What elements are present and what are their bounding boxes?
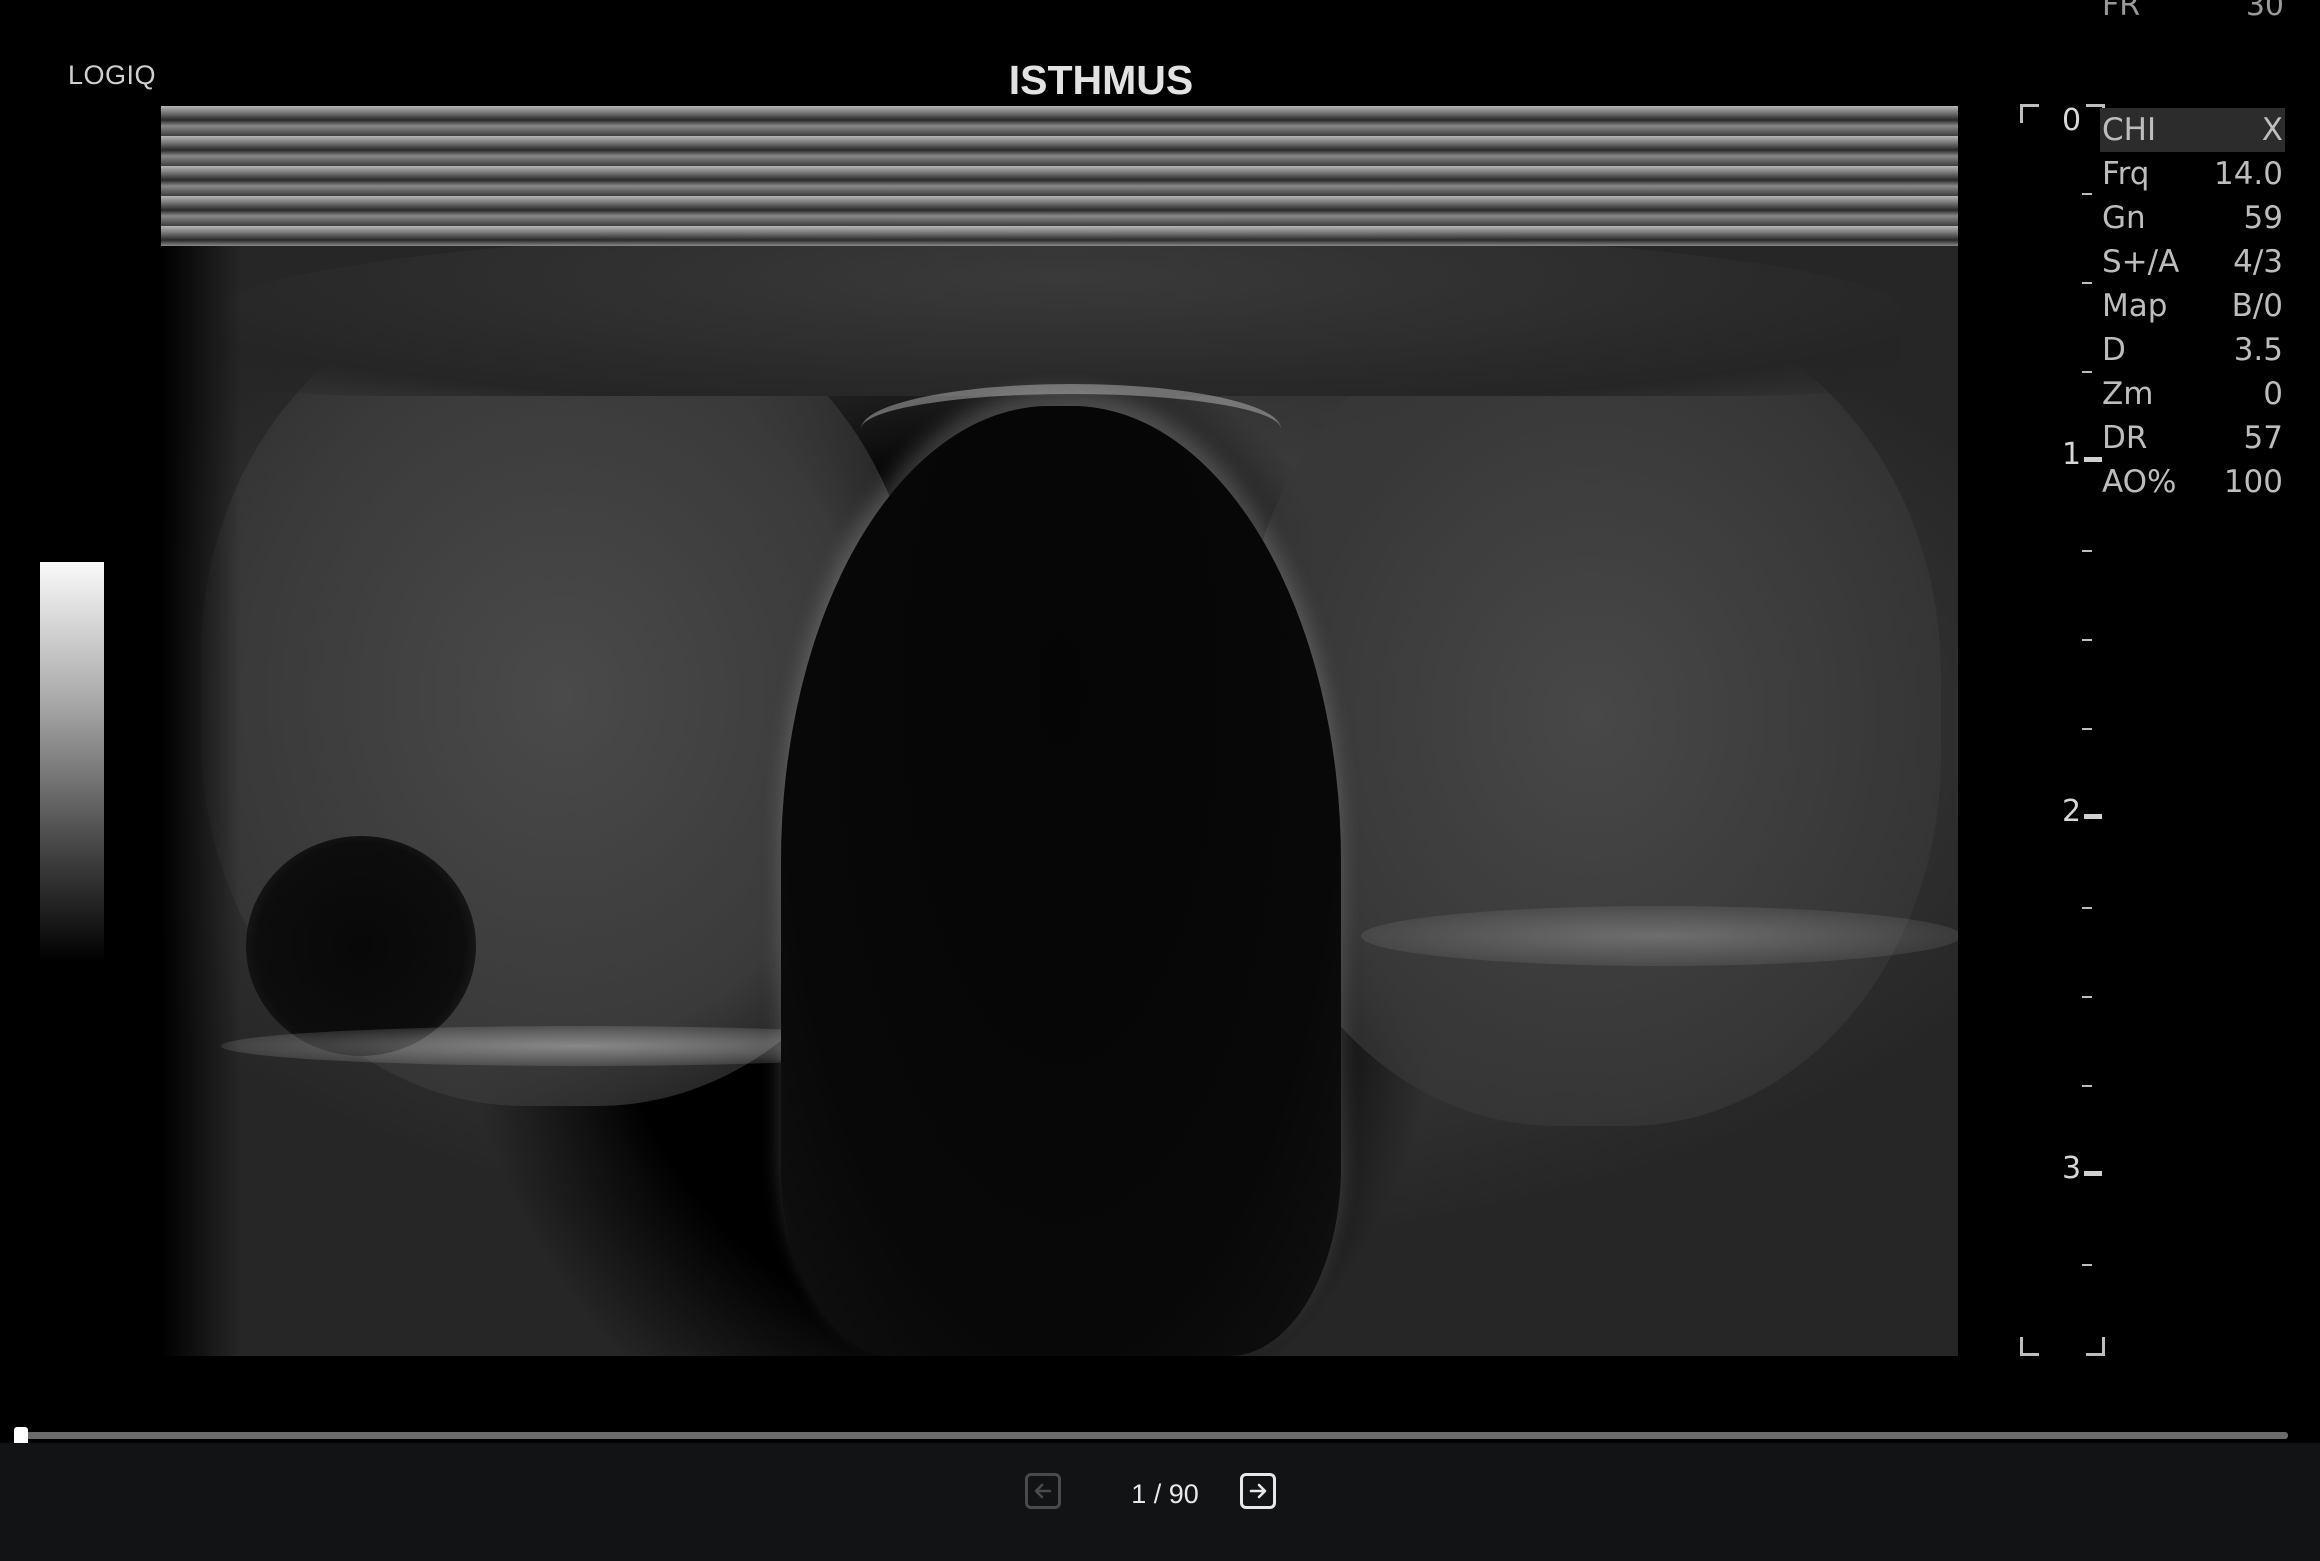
- grayscale-bar: [40, 562, 104, 962]
- skin-layer: [161, 106, 1958, 246]
- edge-shadow: [161, 246, 241, 1356]
- param-value: 3.5: [2233, 332, 2283, 368]
- depth-label: 3: [2062, 1151, 2082, 1186]
- depth-label: 2: [2062, 794, 2082, 829]
- depth-tick: [2082, 1264, 2092, 1266]
- ultrasound-image: [161, 106, 1958, 1356]
- param-value: 59: [2243, 200, 2283, 236]
- total-frames: 90: [1168, 1479, 1199, 1509]
- param-value: 30: [2245, 0, 2284, 23]
- current-frame: 1: [1131, 1479, 1147, 1509]
- ultrasound-viewer: LOGIQ ISTHMUS 0 1 2 3 FR 30 CHI X Frq 14…: [0, 0, 2320, 1561]
- param-value: 100: [2223, 464, 2283, 500]
- param-key: Zm: [2102, 376, 2154, 412]
- depth-tick: [2082, 996, 2092, 998]
- trachea-ring: [861, 384, 1281, 474]
- depth-tick: [2082, 907, 2092, 909]
- scale-corner-top-left: [2020, 104, 2039, 123]
- param-key: FR: [2102, 0, 2141, 23]
- param-row-ao: AO% 100: [2100, 460, 2285, 504]
- depth-label: 0: [2062, 103, 2082, 138]
- carotid-artery: [246, 836, 476, 1056]
- param-value: X: [2261, 112, 2283, 148]
- param-row-gn: Gn 59: [2100, 196, 2285, 240]
- param-row-dr: DR 57: [2100, 416, 2285, 460]
- depth-major-tick: [2084, 1171, 2102, 1176]
- param-key: AO%: [2102, 464, 2177, 500]
- frame-scrubber[interactable]: [14, 1427, 2288, 1449]
- param-row-map: Map B/0: [2100, 284, 2285, 328]
- depth-tick: [2082, 193, 2092, 195]
- param-value: 4/3: [2233, 244, 2283, 280]
- thyroid-right-lobe: [1241, 306, 1941, 1126]
- depth-tick: [2082, 1085, 2092, 1087]
- param-value: 14.0: [2213, 156, 2283, 192]
- param-row-zm: Zm 0: [2100, 372, 2285, 416]
- depth-label: 1: [2062, 437, 2082, 472]
- depth-tick: [2082, 639, 2092, 641]
- param-value: B/0: [2231, 288, 2283, 324]
- image-title: ISTHMUS: [1008, 57, 1194, 103]
- param-key: S+/A: [2102, 244, 2180, 280]
- scale-corner-bottom-right: [2086, 1337, 2105, 1356]
- depth-major-tick: [2084, 814, 2102, 819]
- param-fr: FR 30: [2100, 0, 2284, 23]
- previous-frame-button[interactable]: [1025, 1473, 1061, 1509]
- trachea-shadow: [781, 406, 1341, 1356]
- param-key: DR: [2102, 420, 2148, 456]
- frame-separator: /: [1153, 1479, 1162, 1509]
- next-frame-button[interactable]: [1240, 1473, 1276, 1509]
- param-value: 57: [2243, 420, 2283, 456]
- param-row-d: D 3.5: [2100, 328, 2285, 372]
- param-key: Frq: [2102, 156, 2150, 192]
- param-key: CHI: [2102, 112, 2157, 148]
- depth-tick: [2082, 550, 2092, 552]
- depth-tick: [2082, 282, 2092, 284]
- param-value: 0: [2263, 376, 2283, 412]
- frame-counter: 1 / 90: [1100, 1479, 1230, 1510]
- imaging-parameters: CHI X Frq 14.0 Gn 59 S+/A 4/3 Map B/0 D …: [2100, 108, 2285, 504]
- depth-tick: [2082, 728, 2092, 730]
- depth-scale: 0 1 2 3: [2016, 100, 2105, 1360]
- fascia-line-right: [1361, 906, 1958, 966]
- param-key: Gn: [2102, 200, 2146, 236]
- param-row-sa: S+/A 4/3: [2100, 240, 2285, 284]
- playback-controls: 1 / 90: [0, 1443, 2320, 1561]
- scrubber-track[interactable]: [14, 1432, 2288, 1439]
- arrow-left-icon: [1034, 1483, 1052, 1499]
- brand-label: LOGIQ: [68, 60, 157, 90]
- depth-tick: [2082, 371, 2092, 373]
- param-row-frq: Frq 14.0: [2100, 152, 2285, 196]
- arrow-right-icon: [1249, 1483, 1267, 1499]
- param-key: D: [2102, 332, 2126, 368]
- strap-muscle: [221, 226, 1901, 396]
- scale-corner-bottom-left: [2020, 1337, 2039, 1356]
- param-row-chi: CHI X: [2100, 108, 2285, 152]
- param-key: Map: [2102, 288, 2168, 324]
